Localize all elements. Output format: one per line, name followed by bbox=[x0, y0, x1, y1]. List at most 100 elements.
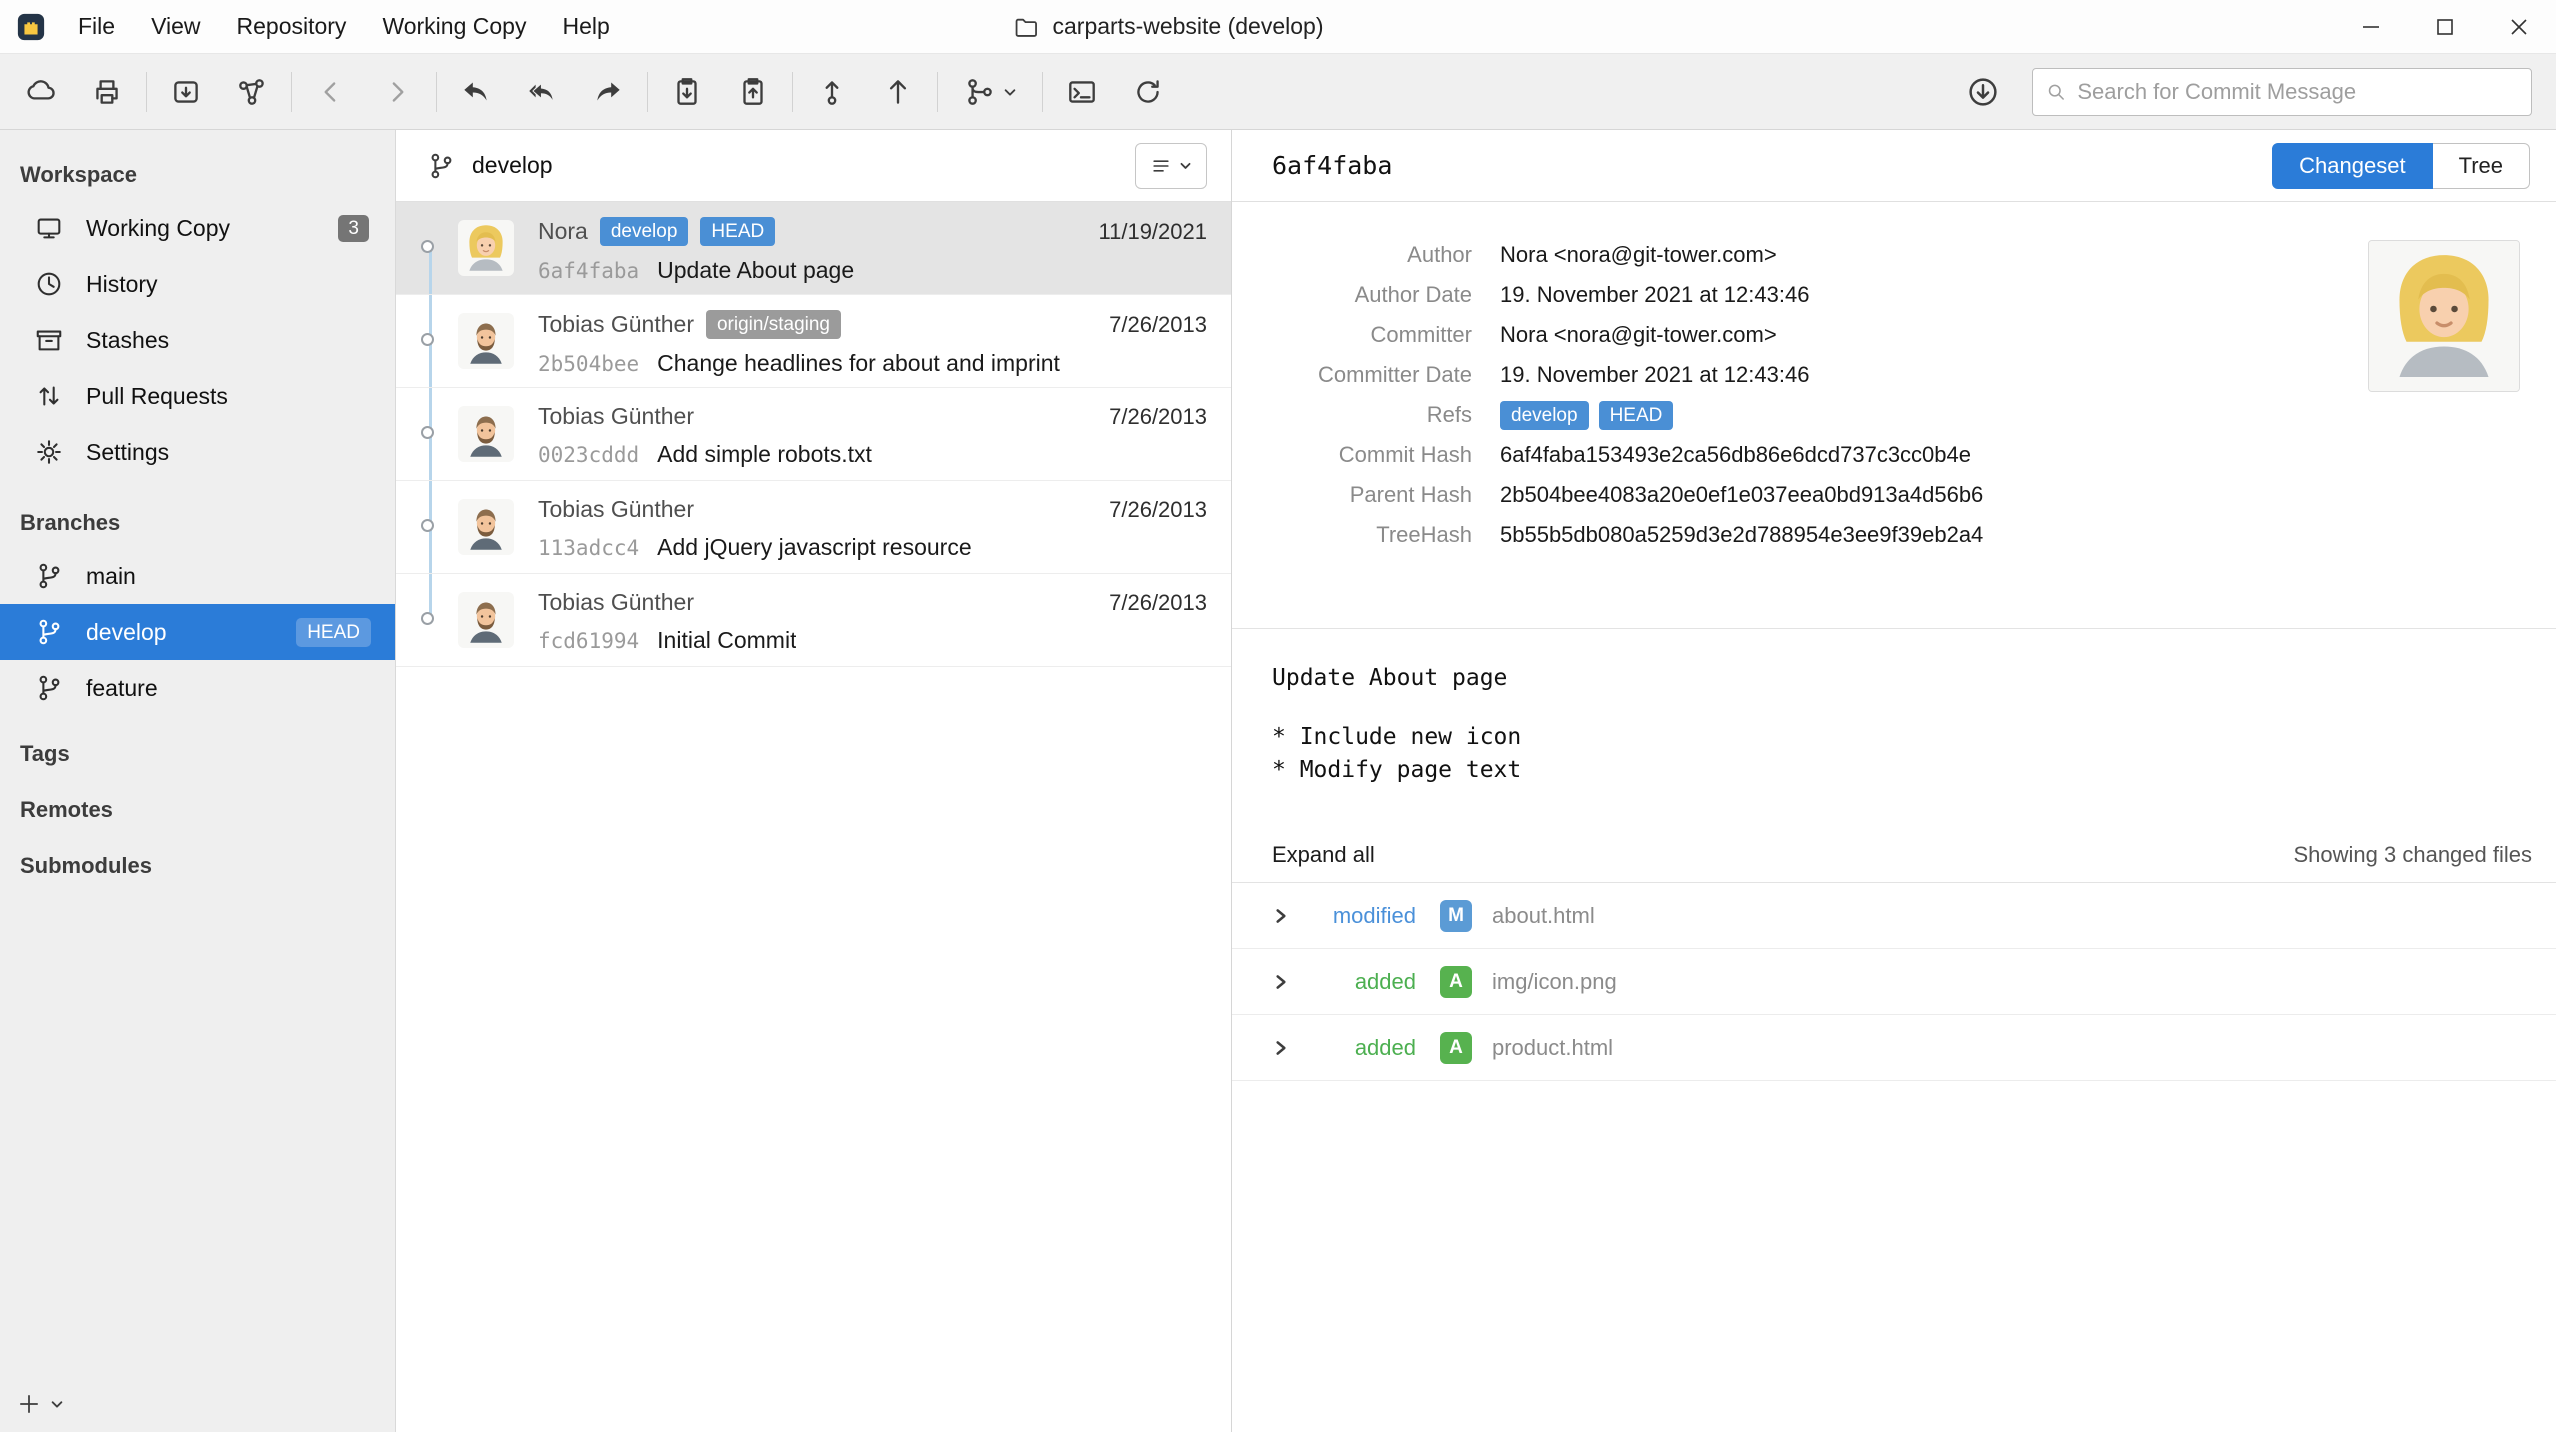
minimize-button[interactable] bbox=[2334, 0, 2408, 53]
sidebar-item-settings[interactable]: Settings bbox=[0, 424, 395, 480]
added-badge: A bbox=[1440, 1032, 1472, 1064]
sidebar-item-branch-main[interactable]: main bbox=[0, 548, 395, 604]
stashes-icon bbox=[34, 325, 64, 355]
info-label: Author bbox=[1232, 242, 1472, 268]
close-button[interactable] bbox=[2482, 0, 2556, 53]
added-badge: A bbox=[1440, 966, 1472, 998]
hamburger-icon bbox=[1150, 155, 1172, 177]
graph-node-icon bbox=[421, 612, 434, 625]
sidebar-item-working-copy[interactable]: Working Copy 3 bbox=[0, 200, 395, 256]
repository-button[interactable] bbox=[153, 64, 219, 120]
arrow-up-icon bbox=[881, 75, 915, 109]
revert-button[interactable] bbox=[509, 64, 575, 120]
current-branch-label: develop bbox=[472, 152, 553, 179]
file-name: img/icon.png bbox=[1492, 969, 1617, 995]
toolbar-separator bbox=[436, 72, 437, 112]
push-button[interactable] bbox=[865, 64, 931, 120]
window-title-text: carparts-website (develop) bbox=[1052, 13, 1323, 40]
maximize-button[interactable] bbox=[2408, 0, 2482, 53]
sidebar-item-label: Pull Requests bbox=[86, 383, 228, 410]
window-controls bbox=[2334, 0, 2556, 53]
menu-view[interactable]: View bbox=[133, 0, 218, 53]
fetch-button[interactable] bbox=[1950, 64, 2016, 120]
menu-repository[interactable]: Repository bbox=[219, 0, 365, 53]
services-button[interactable] bbox=[219, 64, 285, 120]
network-icon bbox=[235, 75, 269, 109]
undo-button[interactable] bbox=[443, 64, 509, 120]
commit-row[interactable]: Tobias Günther 7/26/2013 fcd61994 Initia… bbox=[396, 574, 1231, 667]
forward-button[interactable] bbox=[364, 64, 430, 120]
file-name: product.html bbox=[1492, 1035, 1613, 1061]
menu-help[interactable]: Help bbox=[544, 0, 627, 53]
commit-graph bbox=[396, 481, 458, 573]
branch-badge: develop bbox=[1500, 401, 1589, 430]
commit-row[interactable]: Nora develop HEAD 11/19/2021 6af4faba Up… bbox=[396, 202, 1231, 295]
toolbar-separator bbox=[792, 72, 793, 112]
branches-section-header: Branches bbox=[0, 498, 395, 548]
file-name: about.html bbox=[1492, 903, 1595, 929]
chevron-right-icon[interactable] bbox=[1272, 1039, 1290, 1057]
merge-button[interactable] bbox=[944, 64, 1036, 120]
menu-working-copy[interactable]: Working Copy bbox=[364, 0, 544, 53]
stash-apply-button[interactable] bbox=[720, 64, 786, 120]
search-input[interactable] bbox=[2077, 79, 2519, 105]
file-row[interactable]: added A product.html bbox=[1232, 1015, 2556, 1081]
cloud-button[interactable] bbox=[8, 64, 74, 120]
commit-author: Tobias Günther bbox=[538, 311, 694, 338]
tab-changeset[interactable]: Changeset bbox=[2272, 143, 2432, 189]
add-button[interactable] bbox=[16, 1391, 42, 1422]
tab-tree[interactable]: Tree bbox=[2433, 143, 2530, 189]
terminal-button[interactable] bbox=[1049, 64, 1115, 120]
merge-icon bbox=[963, 75, 997, 109]
head-badge: HEAD bbox=[296, 618, 371, 647]
menu-file[interactable]: File bbox=[60, 0, 133, 53]
commit-list-panel: develop Nora develop HEAD 11/19/2021 6af… bbox=[396, 130, 1232, 1432]
commit-search bbox=[2032, 68, 2532, 116]
commit-row[interactable]: Tobias Günther 7/26/2013 113adcc4 Add jQ… bbox=[396, 481, 1231, 574]
add-options-chevron[interactable] bbox=[50, 1397, 64, 1416]
commit-button[interactable] bbox=[799, 64, 865, 120]
sidebar-item-history[interactable]: History bbox=[0, 256, 395, 312]
commit-graph bbox=[396, 202, 458, 294]
refresh-button[interactable] bbox=[1115, 64, 1181, 120]
refresh-icon bbox=[1131, 75, 1165, 109]
print-button[interactable] bbox=[74, 64, 140, 120]
back-button[interactable] bbox=[298, 64, 364, 120]
download-circle-icon bbox=[1965, 74, 2001, 110]
terminal-icon bbox=[1065, 75, 1099, 109]
stash-save-button[interactable] bbox=[654, 64, 720, 120]
commit-details-panel: 6af4faba Changeset Tree AuthorNora <nora… bbox=[1232, 130, 2556, 1432]
commit-graph bbox=[396, 295, 458, 387]
repository-icon bbox=[169, 75, 203, 109]
tags-section-header[interactable]: Tags bbox=[0, 726, 395, 782]
avatar bbox=[458, 313, 514, 369]
modified-badge: M bbox=[1440, 900, 1472, 932]
file-row[interactable]: modified M about.html bbox=[1232, 883, 2556, 949]
chevron-down-icon bbox=[1179, 159, 1192, 172]
commit-row[interactable]: Tobias Günther 7/26/2013 0023cddd Add si… bbox=[396, 388, 1231, 481]
commit-row[interactable]: Tobias Günther origin/staging 7/26/2013 … bbox=[396, 295, 1231, 388]
chevron-right-icon[interactable] bbox=[1272, 907, 1290, 925]
commit-message-line: * Modify page text bbox=[1272, 754, 2556, 787]
sidebar-item-stashes[interactable]: Stashes bbox=[0, 312, 395, 368]
app-logo-icon bbox=[16, 12, 46, 42]
sidebar-item-label: develop bbox=[86, 619, 167, 646]
sidebar-item-pull-requests[interactable]: Pull Requests bbox=[0, 368, 395, 424]
sidebar-item-branch-feature[interactable]: feature bbox=[0, 660, 395, 716]
file-row[interactable]: added A img/icon.png bbox=[1232, 949, 2556, 1015]
expand-all-link[interactable]: Expand all bbox=[1272, 842, 1375, 868]
toolbar bbox=[0, 54, 2556, 130]
avatar bbox=[458, 220, 514, 276]
commit-graph bbox=[396, 388, 458, 480]
forward-commit-button[interactable] bbox=[575, 64, 641, 120]
commit-message: Initial Commit bbox=[657, 627, 796, 654]
list-options-button[interactable] bbox=[1135, 143, 1207, 189]
clipboard-up-icon bbox=[736, 75, 770, 109]
sidebar-item-branch-develop[interactable]: develop HEAD bbox=[0, 604, 395, 660]
submodules-section-header[interactable]: Submodules bbox=[0, 838, 395, 894]
remotes-section-header[interactable]: Remotes bbox=[0, 782, 395, 838]
info-label: Commit Hash bbox=[1232, 442, 1472, 468]
chevron-right-icon[interactable] bbox=[1272, 973, 1290, 991]
commit-hash: 113adcc4 bbox=[538, 536, 639, 560]
cloud-icon bbox=[24, 75, 58, 109]
